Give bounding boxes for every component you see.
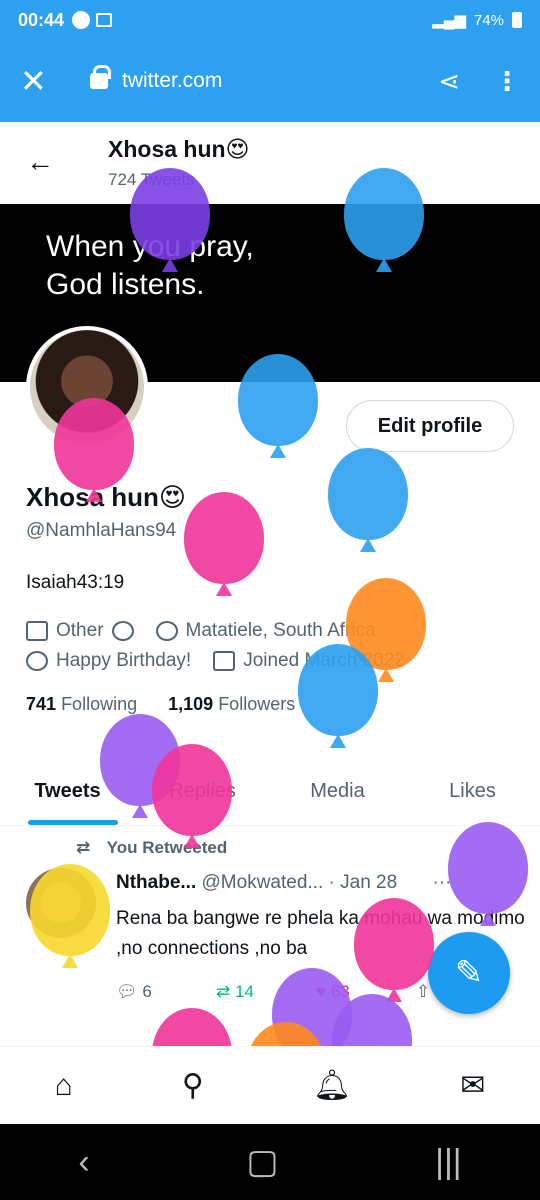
balloon-decoration (448, 822, 528, 926)
bottom-nav: ⌂ ⚲ 🔔︎ ✉ (0, 1046, 540, 1124)
profile-meta-row-1: Other Matatiele, South Africa (26, 620, 376, 642)
status-time: 00:44 (18, 9, 65, 30)
url-text[interactable]: twitter.com (122, 69, 222, 93)
profile-bio: Isaiah43:19 (26, 572, 125, 593)
follow-stats: 741 Following 1,109 Followers (26, 694, 295, 715)
home-icon[interactable]: ⌂ (55, 1069, 73, 1103)
followers-link[interactable]: 1,109 Followers (168, 694, 295, 714)
retweet-icon: ⇄ (76, 838, 91, 857)
tweet-handle[interactable]: @Mokwated... (202, 872, 324, 893)
info-icon[interactable] (111, 621, 134, 641)
profile-category: Other (56, 620, 104, 641)
calendar-icon (213, 651, 236, 671)
browser-url-bar: ✕ twitter.com ⋖ ⋮ (0, 40, 540, 122)
system-back-icon[interactable]: ‹ (78, 1143, 89, 1182)
compose-tweet-button[interactable]: ✎ (428, 932, 510, 1014)
profile-handle: @NamhlaHans94 (26, 520, 177, 541)
edit-profile-button[interactable]: Edit profile (346, 400, 514, 452)
status-bar: 00:44 ▂▄▆ 74% (0, 0, 540, 40)
profile-top-nav: ← Xhosa hun😍 724 Tweets (0, 122, 540, 204)
battery-icon (512, 12, 522, 28)
notifications-bell-icon[interactable]: 🔔︎ (313, 1068, 351, 1103)
back-arrow-icon[interactable]: ← (26, 146, 54, 178)
tweet-author[interactable]: Nthabe... (116, 872, 196, 893)
messages-envelope-icon[interactable]: ✉ (460, 1068, 485, 1103)
following-link[interactable]: 741 Following (26, 694, 137, 714)
share-icon[interactable]: ⋖ (438, 66, 460, 97)
gallery-icon (96, 13, 113, 27)
nav-profile-name: Xhosa hun😍 (108, 136, 250, 162)
following-label: Following (61, 694, 138, 714)
balloon-decoration (130, 168, 210, 272)
balloon-decoration (344, 168, 424, 272)
system-nav-bar: ‹ ▢ ||| (0, 1124, 540, 1200)
search-icon[interactable]: ⚲ (182, 1068, 204, 1103)
battery-percent: 74% (473, 11, 504, 29)
status-right: ▂▄▆ 74% (432, 11, 522, 29)
profile-tabs: Tweets Replies Media Likes (0, 758, 540, 826)
balloon-decoration (152, 744, 232, 848)
tab-likes[interactable]: Likes (405, 758, 540, 825)
retweet-label-text: You Retweeted (106, 838, 228, 857)
profile-birthday: Happy Birthday! (56, 650, 192, 671)
balloon-icon (26, 651, 48, 671)
balloon-decoration (298, 644, 378, 748)
system-home-icon[interactable]: ▢ (246, 1142, 278, 1182)
more-menu-icon[interactable]: ⋮ (494, 66, 520, 97)
retweet-label: ⇄ You Retweeted (76, 838, 227, 858)
followers-count: 1,109 (168, 694, 214, 714)
balloon-decoration (328, 448, 408, 552)
reply-action[interactable]: 💬︎ 6 (116, 982, 216, 1002)
retweet-action-icon: ⇄ (216, 982, 231, 1001)
system-recents-icon[interactable]: ||| (435, 1143, 462, 1182)
retweet-count: 14 (234, 982, 254, 1001)
tweet-date[interactable]: · Jan 28 (329, 872, 398, 893)
tweet-header: Nthabe... @Mokwated... · Jan 28 ··· (116, 872, 451, 894)
following-count: 741 (26, 694, 57, 714)
briefcase-icon (26, 621, 48, 641)
balloon-decoration (184, 492, 264, 596)
signal-icon: ▂▄▆ (432, 12, 466, 29)
tab-media[interactable]: Media (270, 758, 405, 825)
messages-icon (72, 11, 91, 29)
compose-icon: ✎ (454, 954, 484, 992)
close-icon[interactable]: ✕ (20, 62, 60, 100)
balloon-decoration (238, 354, 318, 458)
reply-count: 6 (142, 982, 152, 1001)
status-notification-icons (72, 11, 113, 29)
balloon-decoration (30, 864, 110, 968)
lock-icon (90, 65, 111, 89)
balloon-decoration (354, 898, 434, 1002)
balloon-decoration (54, 398, 134, 502)
reply-icon: 💬︎ (116, 982, 138, 1001)
followers-label: Followers (218, 694, 296, 714)
location-icon (155, 621, 178, 641)
